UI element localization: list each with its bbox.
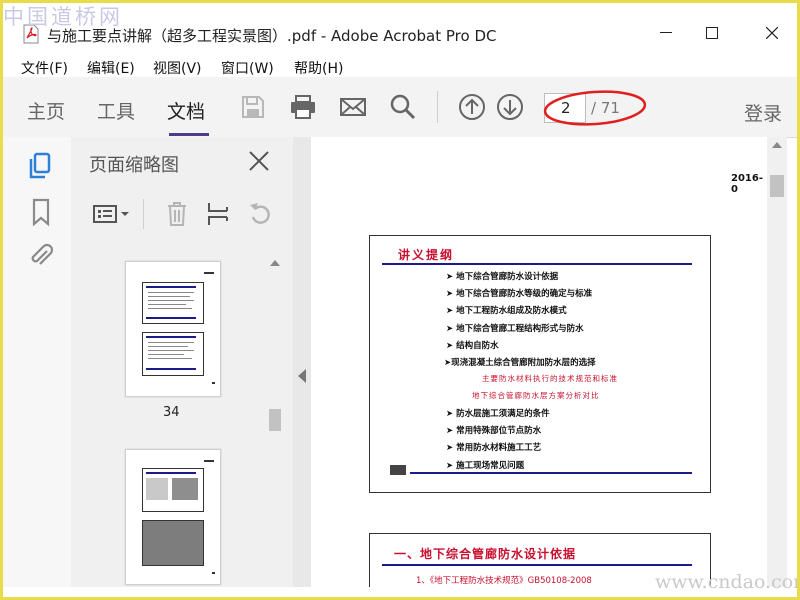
outline-item: ➤ 常用特殊部位节点防水: [446, 426, 542, 436]
bookmark-icon[interactable]: [27, 197, 55, 227]
menu-view[interactable]: 视图(V): [153, 58, 202, 78]
thumbnail-options-icon[interactable]: [93, 203, 131, 225]
outline-slide: 讲义提纲 ➤ 地下综合管廊防水设计依据 ➤ 地下综合管廊防水等级的确定与标准 ➤…: [369, 235, 711, 493]
document-scroll-thumb[interactable]: [770, 175, 784, 197]
tab-home[interactable]: 主页: [27, 97, 65, 124]
outline-item: ➤ 地下综合管廊工程结构形式与防水: [446, 324, 584, 334]
toolbar-separator: [437, 91, 438, 123]
thumbnail-tools: [71, 193, 293, 237]
page-date: 2016-0: [731, 173, 763, 195]
page-thumbnails-icon[interactable]: [27, 151, 55, 181]
thumbnail-scrollbar[interactable]: [267, 257, 283, 587]
login-button[interactable]: 登录: [744, 99, 782, 126]
page-thumbnail[interactable]: [125, 261, 221, 397]
rotate-page-icon[interactable]: [247, 201, 273, 227]
minimize-icon: [660, 32, 672, 33]
outline-item: ➤ 常用防水材料施工工艺: [446, 443, 542, 453]
watermark-top: 中国道桥网: [3, 5, 123, 29]
menu-bar: 文件(F) 编辑(E) 视图(V) 窗口(W) 帮助(H): [3, 55, 797, 77]
left-navigation-rail: [3, 137, 72, 587]
previous-page-icon[interactable]: [458, 93, 486, 121]
crop-page-icon[interactable]: [205, 201, 231, 227]
document-view[interactable]: 2016-0 讲义提纲 ➤ 地下综合管廊防水设计依据 ➤ 地下综合管廊防水等级的…: [311, 137, 767, 587]
menu-help[interactable]: 帮助(H): [294, 58, 343, 78]
next-page-icon[interactable]: [496, 93, 524, 121]
active-tab-indicator: [169, 133, 209, 136]
slide-top-rule: [382, 263, 692, 265]
maximize-button[interactable]: [689, 17, 735, 49]
tab-document[interactable]: 文档: [167, 97, 205, 124]
close-window-button[interactable]: [749, 17, 795, 49]
menu-file[interactable]: 文件(F): [21, 58, 68, 78]
close-icon: [766, 27, 778, 39]
outline-sub-item: 主要防水材料执行的技术规范和标准: [482, 374, 618, 383]
document-scrollbar[interactable]: [767, 137, 787, 587]
outline-item: ➤ 地下综合管廊防水设计依据: [446, 272, 559, 282]
maximize-icon: [706, 27, 718, 39]
watermark-bottom: www.cndao.com: [655, 571, 800, 593]
panel-title: 页面缩略图: [89, 155, 179, 176]
outline-title: 讲义提纲: [398, 248, 455, 262]
slide-logo-image: [390, 465, 406, 475]
outline-sub-item: 地下综合管廊防水层方案分析对比: [472, 391, 600, 400]
menu-edit[interactable]: 编辑(E): [87, 58, 135, 78]
outline-item: ➤现浇混凝土综合管廊附加防水层的选择: [444, 358, 596, 368]
outline-item: ➤ 地下综合管廊防水等级的确定与标准: [446, 289, 593, 299]
page-thumbnail[interactable]: [125, 449, 221, 585]
tab-tools[interactable]: 工具: [97, 97, 135, 124]
next-slide-item: 1、《地下工程防水技术规范》GB50108-2008: [416, 576, 592, 586]
menu-window[interactable]: 窗口(W): [221, 58, 274, 78]
scroll-up-icon[interactable]: [772, 141, 782, 149]
minimize-button[interactable]: [643, 17, 689, 49]
scroll-up-icon[interactable]: [270, 259, 280, 267]
thumbnail-page-label: 34: [163, 405, 180, 420]
tools-separator: [143, 199, 144, 229]
next-slide-title: 一、地下综合管廊防水设计依据: [394, 547, 577, 561]
delete-page-icon[interactable]: [165, 201, 189, 227]
mail-icon[interactable]: [339, 93, 367, 121]
outline-item: ➤ 地下工程防水组成及防水模式: [446, 306, 567, 316]
thumbnail-panel: 页面缩略图 34: [71, 137, 293, 587]
red-circle-annotation: [543, 90, 647, 126]
attachment-icon[interactable]: [27, 241, 55, 271]
slide-bottom-rule: [410, 472, 692, 474]
collapse-arrow-icon[interactable]: [297, 369, 307, 383]
slide-top-rule: [382, 564, 692, 566]
print-icon[interactable]: [289, 93, 317, 121]
save-icon[interactable]: [239, 93, 267, 121]
panel-collapse-strip[interactable]: [293, 137, 311, 587]
close-panel-icon[interactable]: [247, 149, 271, 173]
thumbnail-scroll-thumb[interactable]: [269, 409, 281, 431]
search-icon[interactable]: [389, 93, 417, 121]
outline-item: ➤ 防水层施工须满足的条件: [446, 409, 550, 419]
outline-item: ➤ 施工现场常见问题: [446, 461, 525, 471]
application-frame: 与施工要点讲解（超多工程实景图）.pdf - Adobe Acrobat Pro…: [0, 0, 800, 600]
outline-item: ➤ 结构自防水: [446, 341, 499, 351]
toolbar: 主页 工具 文档 2 / 71 登录: [3, 77, 797, 138]
